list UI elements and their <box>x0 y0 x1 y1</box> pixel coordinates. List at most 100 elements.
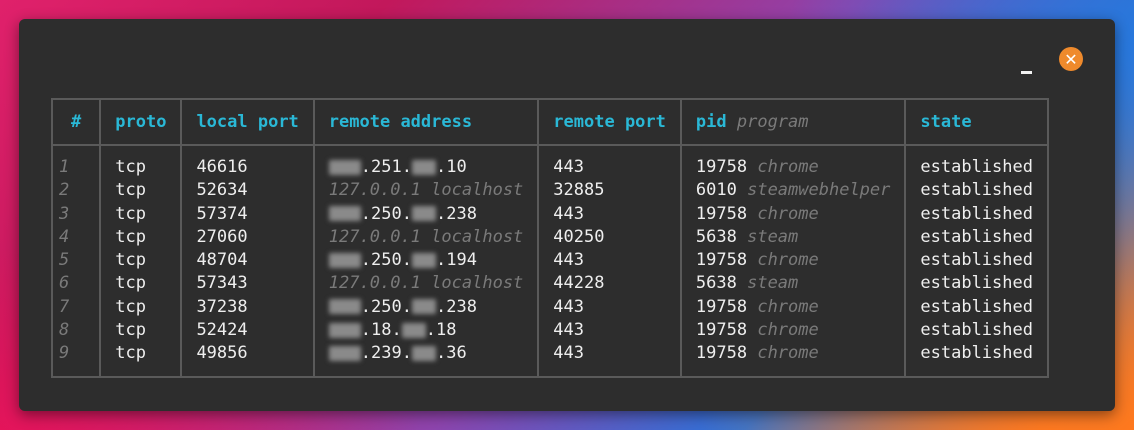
header-remote-port: remote port <box>537 98 682 146</box>
remote-address-local: 127.0.0.1 localhost <box>328 180 524 201</box>
program-name: chrome <box>757 250 819 271</box>
minimize-icon[interactable] <box>1019 63 1037 81</box>
remote-address-part: .10 <box>435 157 467 177</box>
pid-value: 19758 <box>695 157 748 177</box>
remote-port-cell: 443 <box>537 249 682 273</box>
remote-address-local: 127.0.0.1 localhost <box>328 226 524 247</box>
redacted-octet <box>328 345 361 361</box>
program-name: chrome <box>757 343 819 364</box>
state-cell: established <box>904 272 1049 296</box>
table-row: 4 tcp 27060 127.0.0.1 localhost 40250 5638 st… <box>50 225 1049 250</box>
remote-address-part: .18. <box>360 320 402 341</box>
state-cell: established <box>904 342 1049 378</box>
remote-address-part: .238 <box>435 203 477 224</box>
remote-address-local: 127.0.0.1 localhost <box>328 273 524 294</box>
pid-cell: 19758 chrome <box>679 342 907 378</box>
remote-port-cell: 44228 <box>537 272 682 296</box>
header-index: # <box>50 98 102 146</box>
proto-cell: tcp <box>99 295 183 320</box>
table-row: 1 tcp 46616.251. .10 443 19758 chrome establis… <box>50 145 1049 180</box>
header-state: state <box>904 98 1049 146</box>
table-row: 3 tcp 57374.250. .238 443 19758 chrome establi… <box>50 202 1049 226</box>
local-port-cell: 49856 <box>180 342 315 378</box>
remote-address-cell: .18. .18 <box>312 319 540 343</box>
close-icon[interactable]: ✕ <box>1059 47 1083 71</box>
row-index: 1 <box>50 145 102 180</box>
table-row: 7 tcp 37238.250. .238 443 19758 chrome establi… <box>50 295 1049 320</box>
redacted-octet <box>411 159 436 175</box>
program-name: steam <box>747 226 799 247</box>
remote-port-cell: 32885 <box>537 179 682 203</box>
state-cell: established <box>904 319 1049 343</box>
redacted-octet <box>328 252 361 268</box>
remote-address-part: .238 <box>435 296 477 317</box>
state-cell: established <box>904 202 1049 226</box>
header-remote-address: remote address <box>312 98 540 146</box>
remote-address-cell: .239. .36 <box>312 342 540 378</box>
remote-port-cell: 443 <box>537 295 682 320</box>
program-name: chrome <box>757 320 819 341</box>
table-row: 5 tcp 48704.250. .194 443 19758 chrome establi… <box>50 249 1049 273</box>
table-row: 8 tcp 52424.18. .18 443 19758 chrome establish… <box>50 319 1049 343</box>
header-pid: pid program <box>679 98 907 146</box>
pid-cell: 19758 chrome <box>679 249 907 273</box>
remote-port-cell: 443 <box>537 342 682 378</box>
table-row: 6 tcp 57343 127.0.0.1 localhost 44228 5638 st… <box>50 272 1049 296</box>
remote-address-cell: 127.0.0.1 localhost <box>312 179 540 203</box>
program-name: chrome <box>757 203 819 224</box>
remote-address-cell: 127.0.0.1 localhost <box>312 225 540 250</box>
remote-port-cell: 40250 <box>537 225 682 250</box>
redacted-octet <box>328 322 361 338</box>
remote-address-part: .36 <box>435 343 467 364</box>
local-port-cell: 57343 <box>180 272 315 296</box>
program-name: steamwebhelper <box>747 180 891 201</box>
pid-value: 6010 <box>695 180 737 201</box>
remote-port-cell: 443 <box>537 202 682 226</box>
header-program-label: program <box>736 112 809 132</box>
row-index: 3 <box>50 202 102 226</box>
pid-value: 19758 <box>695 296 748 317</box>
connections-table: # proto local port remote address remote… <box>50 98 1049 378</box>
remote-address-cell: .250. .238 <box>312 202 540 226</box>
state-cell: established <box>904 179 1049 203</box>
pid-value: 5638 <box>695 273 737 294</box>
remote-address-cell: .250. .194 <box>312 249 540 273</box>
table-row: 9 tcp 49856.239. .36 443 19758 chrome establis… <box>50 342 1049 378</box>
remote-address-part: .250. <box>360 250 412 271</box>
local-port-cell: 48704 <box>180 249 315 273</box>
pid-cell: 19758 chrome <box>679 202 907 226</box>
remote-port-cell: 443 <box>537 319 682 343</box>
remote-port-cell: 443 <box>537 145 682 180</box>
pid-cell: 5638 steam <box>679 225 907 250</box>
remote-address-cell: .250. .238 <box>312 295 540 320</box>
proto-cell: tcp <box>99 202 183 226</box>
remote-address-cell: .251. .10 <box>312 145 540 180</box>
redacted-octet <box>328 159 361 175</box>
row-index: 6 <box>50 272 102 296</box>
state-cell: established <box>904 225 1049 250</box>
redacted-octet <box>328 206 361 222</box>
pid-value: 19758 <box>695 250 748 271</box>
row-index: 7 <box>50 295 102 320</box>
proto-cell: tcp <box>99 249 183 273</box>
remote-address-part: .251. <box>360 157 412 177</box>
local-port-cell: 52424 <box>180 319 315 343</box>
row-index: 8 <box>50 319 102 343</box>
table-header-row: # proto local port remote address remote… <box>50 98 1049 146</box>
remote-address-part: .239. <box>360 343 412 364</box>
header-proto: proto <box>99 98 183 146</box>
redacted-octet <box>411 252 436 268</box>
row-index: 2 <box>50 179 102 203</box>
remote-address-part: .194 <box>435 250 477 271</box>
local-port-cell: 57374 <box>180 202 315 226</box>
local-port-cell: 46616 <box>180 145 315 180</box>
program-name: chrome <box>757 157 819 177</box>
terminal-window: ✕ # proto local port remote address remo… <box>19 19 1115 411</box>
redacted-octet <box>411 299 436 315</box>
proto-cell: tcp <box>99 179 183 203</box>
redacted-octet <box>401 322 426 338</box>
pid-value: 19758 <box>695 320 748 341</box>
header-pid-label: pid <box>695 112 727 132</box>
proto-cell: tcp <box>99 319 183 343</box>
row-index: 4 <box>50 225 102 250</box>
